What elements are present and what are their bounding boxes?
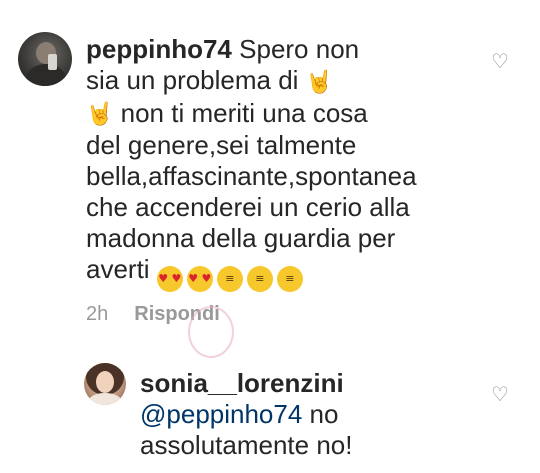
reply-line-3: assolutamente no!	[140, 430, 353, 460]
comment-line-2: sia un problema di 🤘	[86, 65, 486, 98]
comment-line-6: che accenderei un cerio alla	[86, 192, 410, 223]
comment-line-5: bella,affascinante,spontanea	[86, 161, 417, 192]
comment-text-3: non ti meriti una cosa	[120, 97, 368, 128]
watermark-circle	[188, 306, 234, 358]
reply-body: sonia__lorenzini @peppinho74 no assoluta…	[140, 368, 480, 461]
grin-emoji-icon: ≡	[276, 266, 303, 293]
rock-hand-emoji-icon: 🤘	[86, 102, 114, 128]
watermark-logo	[180, 304, 320, 360]
heart-outline-icon[interactable]: ♡	[489, 384, 511, 404]
avatar-face	[96, 371, 114, 393]
comment-text-2: sia un problema di	[86, 65, 299, 95]
reply-line-2: @peppinho74 no	[140, 399, 480, 430]
comment-time: 2h	[86, 303, 109, 325]
grin-emoji-icon: ≡	[216, 266, 243, 293]
comment-line-8: averti ♥ ♥ ♥ ♥ ≡ ≡ ≡	[86, 254, 486, 293]
avatar-phone	[48, 54, 57, 70]
reply-text-1: no	[309, 399, 339, 429]
comment-line-4: del genere,sei talmente	[86, 130, 357, 161]
heart-eyes-emoji-icon: ♥ ♥	[156, 266, 183, 293]
heart-outline-icon[interactable]: ♡	[489, 51, 511, 71]
reply-username[interactable]: sonia__lorenzini	[140, 368, 344, 398]
comment-text-8: averti	[86, 254, 150, 285]
comment-line-1: peppinho74 Spero non	[86, 34, 486, 65]
comment-line-7: madonna della guardia per	[86, 223, 396, 254]
comment-username[interactable]: peppinho74	[86, 34, 232, 64]
reply-mention-link[interactable]: @peppinho74	[140, 399, 302, 429]
avatar-sonia-lorenzini[interactable]	[84, 363, 126, 405]
avatar-shoulders	[88, 393, 122, 405]
avatar-peppinho74[interactable]	[18, 32, 72, 86]
rock-hand-emoji-icon: 🤘	[305, 69, 334, 95]
grin-emoji-icon: ≡	[246, 266, 273, 293]
comment-line-3: 🤘 non ti meriti una cosa	[86, 98, 486, 131]
comment-text-1: Spero non	[239, 34, 360, 64]
comment-body: peppinho74 Spero non sia un problema di …	[86, 34, 486, 293]
avatar-figure	[26, 64, 66, 86]
reply-line-1: sonia__lorenzini	[140, 368, 480, 399]
heart-eyes-emoji-icon: ♥ ♥	[186, 266, 213, 293]
